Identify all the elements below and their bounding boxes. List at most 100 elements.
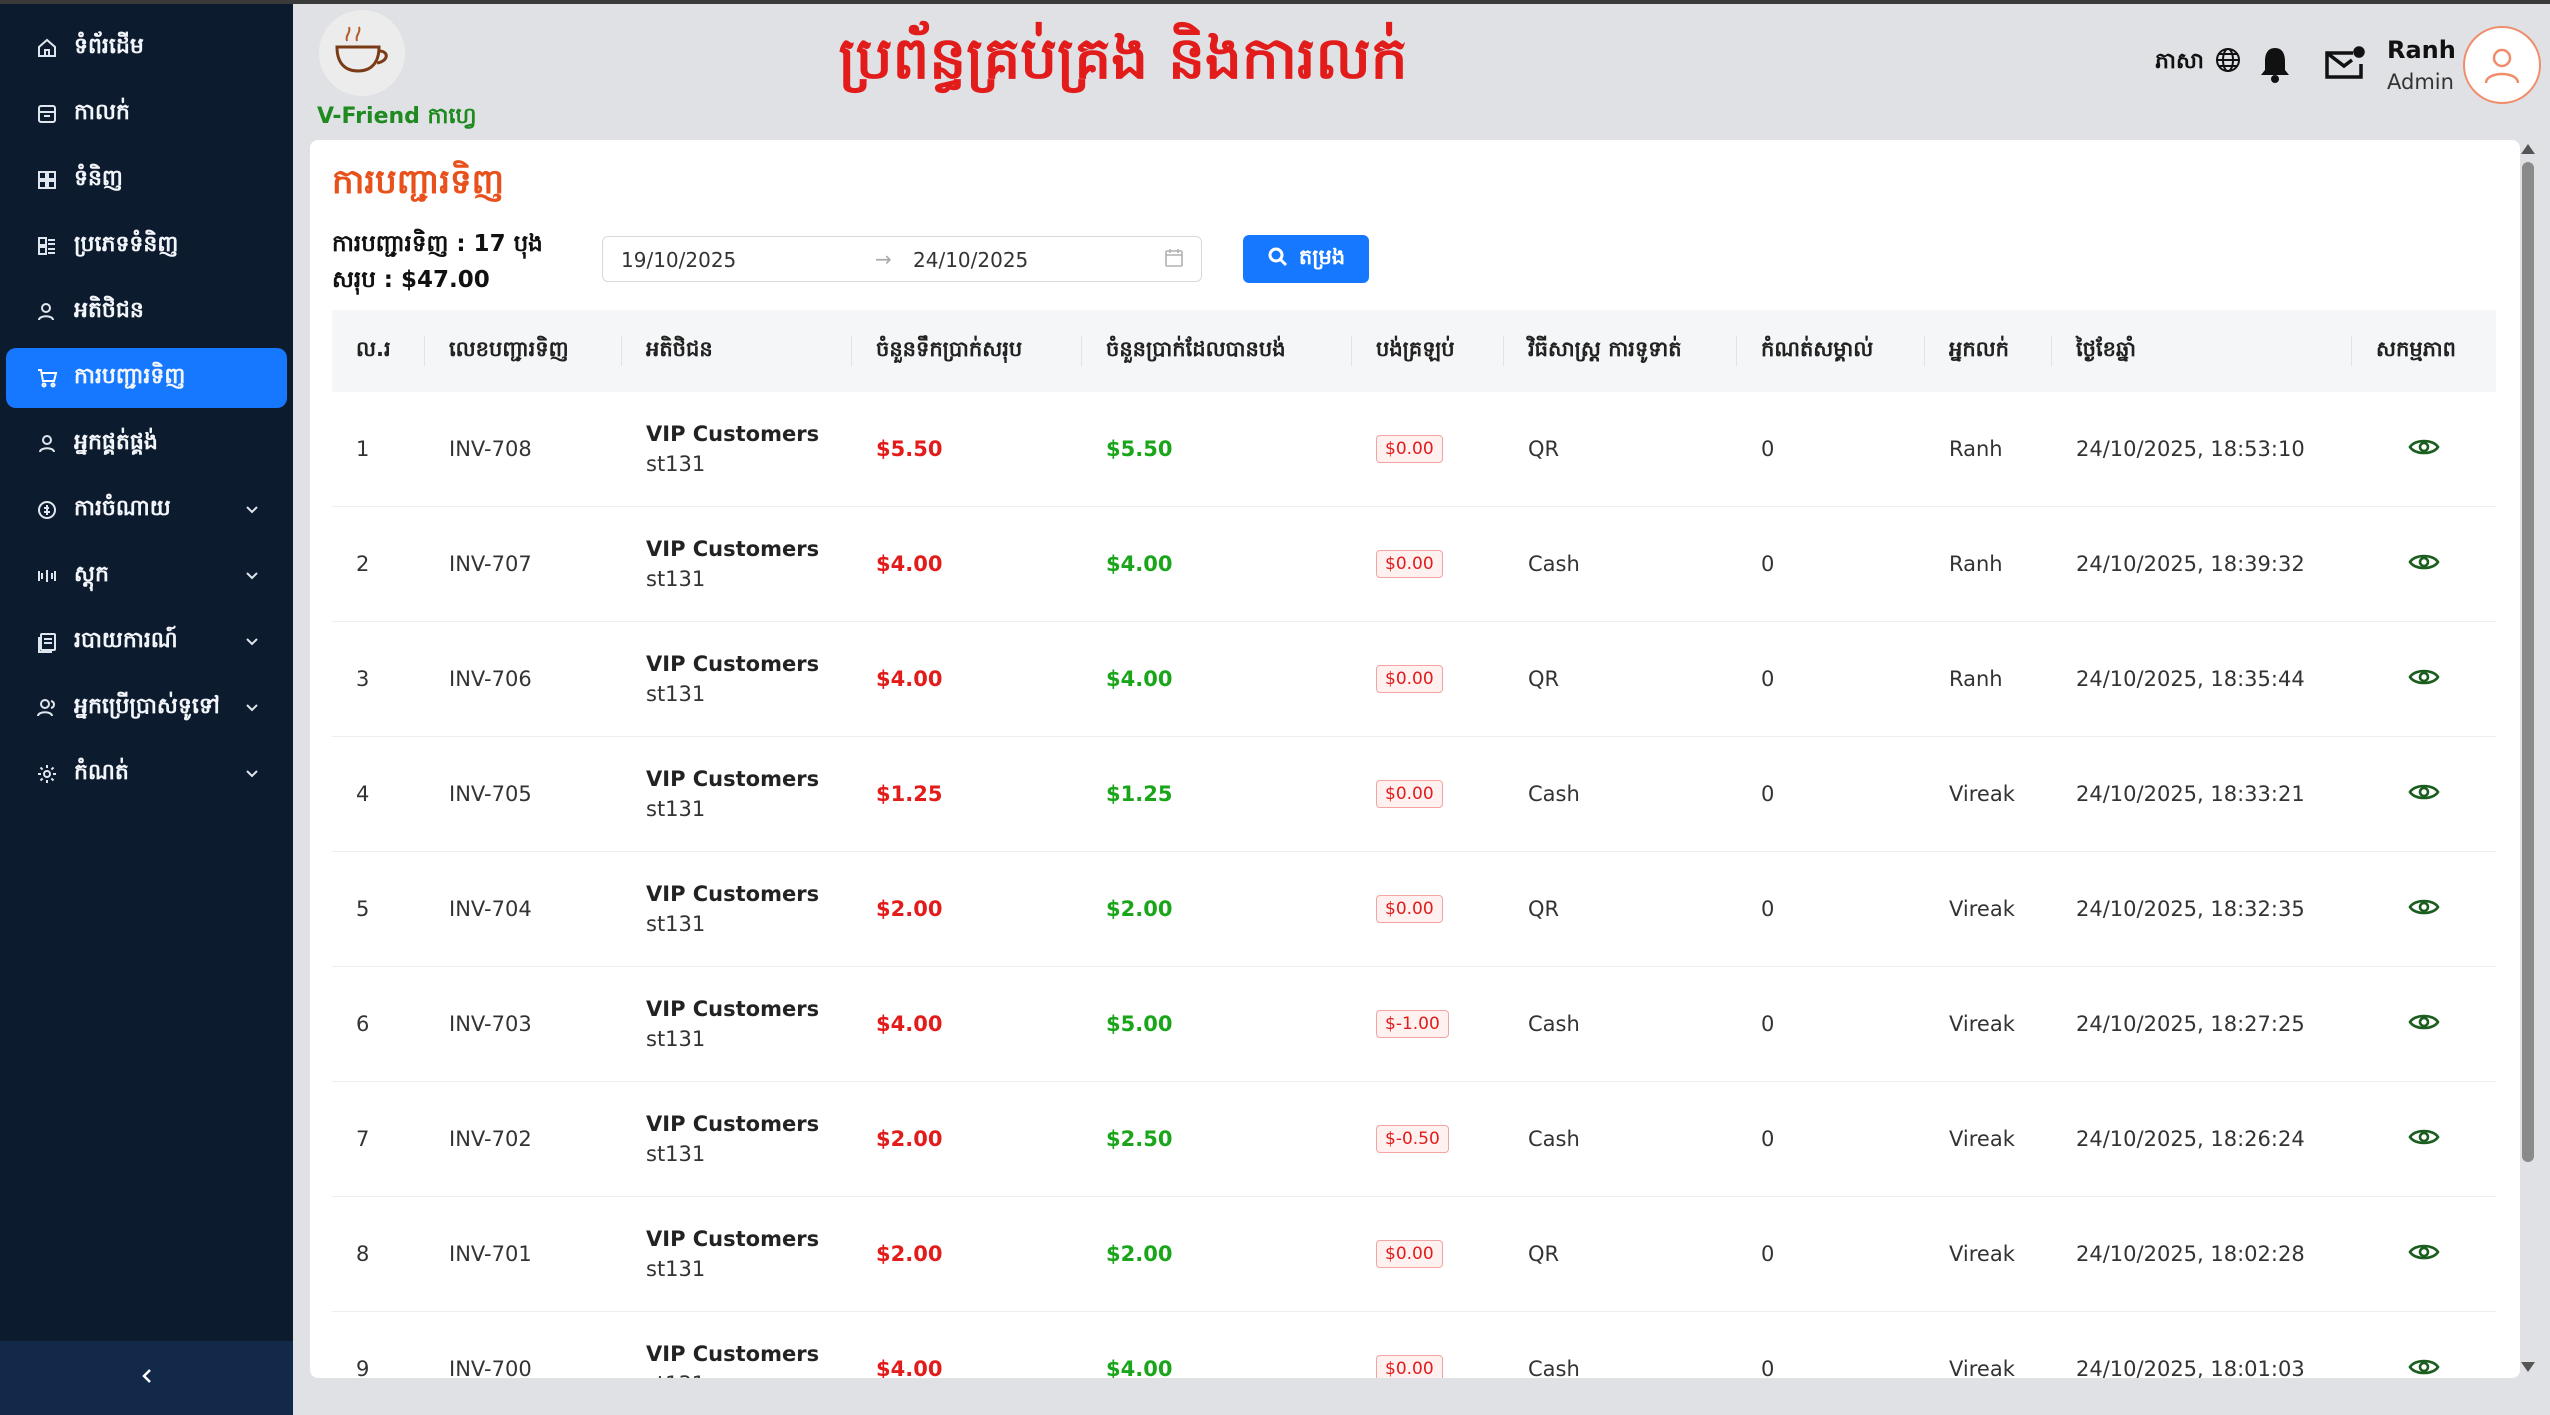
- view-eye-icon[interactable]: [2408, 436, 2440, 458]
- sidebar-item-expenses[interactable]: ការចំណាយ: [6, 480, 287, 540]
- view-eye-icon[interactable]: [2408, 781, 2440, 803]
- mail-icon[interactable]: [2323, 44, 2365, 84]
- action-cell: [2352, 736, 2496, 852]
- sidebar-item-purchase-orders[interactable]: ការបញ្ជារទិញ: [6, 348, 287, 408]
- customer-name: VIP Customers: [646, 767, 820, 791]
- total-amount: $4.00: [852, 621, 1082, 737]
- payment-method: QR: [1504, 1196, 1737, 1312]
- sidebar-item-label: អ្នកផ្គត់ផ្គង់: [74, 430, 158, 455]
- customer-code: st131: [646, 797, 706, 821]
- order-date: 24/10/2025, 18:35:44: [2052, 621, 2352, 737]
- change-cell: $0.00: [1352, 392, 1504, 507]
- invoice-number: INV-706: [425, 621, 622, 737]
- view-eye-icon[interactable]: [2408, 1356, 2440, 1378]
- top-header: V-Friend កាហ្វេ ប្រព័ន្ធគ្រប់គ្រង និងការ…: [293, 4, 2550, 138]
- action-cell: [2352, 621, 2496, 737]
- page-title: ការបញ្ជារទិញ: [332, 162, 504, 202]
- table-header-row: ល.រ លេខបញ្ជារទិញ អតិថិជន ចំនួនទឹកប្រាក់ស…: [332, 310, 2496, 392]
- change-cell: $0.00: [1352, 506, 1504, 622]
- vertical-scrollbar[interactable]: [2518, 140, 2540, 1378]
- chevron-left-icon: [136, 1365, 158, 1391]
- sidebar-collapse-button[interactable]: [0, 1341, 293, 1415]
- total-amount: $4.00: [852, 1311, 1082, 1378]
- customer-code: st131: [646, 912, 706, 936]
- arrow-right-icon: →: [875, 247, 892, 271]
- customer-cell: VIP Customers st131: [622, 851, 852, 967]
- total-amount: $1.25: [852, 736, 1082, 852]
- order-date: 24/10/2025, 18:01:03: [2052, 1311, 2352, 1378]
- stock-icon: [36, 565, 58, 587]
- column-header: លេខបញ្ជារទិញ: [425, 310, 622, 392]
- column-header: អ្នកលក់: [1925, 310, 2052, 392]
- total-amount: $2.00: [852, 1081, 1082, 1197]
- view-eye-icon[interactable]: [2408, 1241, 2440, 1263]
- table-row: 9INV-700VIP Customersst131$4.00$4.00$0.0…: [332, 1311, 2496, 1378]
- customer-code: st131: [646, 682, 706, 706]
- view-eye-icon[interactable]: [2408, 1011, 2440, 1033]
- sidebar-item-suppliers[interactable]: អ្នកផ្គត់ផ្គង់: [6, 414, 287, 474]
- date-to-input[interactable]: 24/10/2025: [913, 248, 1028, 272]
- order-date: 24/10/2025, 18:27:25: [2052, 966, 2352, 1082]
- scroll-thumb[interactable]: [2522, 162, 2534, 1162]
- view-eye-icon[interactable]: [2408, 551, 2440, 573]
- order-date: 24/10/2025, 18:53:10: [2052, 392, 2352, 507]
- app-title: ប្រព័ន្ធគ្រប់គ្រង និងការលក់: [838, 24, 1408, 92]
- customer-name: VIP Customers: [646, 1112, 820, 1136]
- table-row: 4 INV-705 VIP Customers st131 $1.25 $1.25 $0.0…: [332, 736, 2496, 852]
- action-cell: [2352, 1311, 2496, 1378]
- avatar[interactable]: [2463, 26, 2541, 104]
- chevron-down-icon: [241, 697, 263, 719]
- note: 0: [1737, 621, 1925, 737]
- customer-icon: [36, 301, 58, 323]
- report-icon: [36, 631, 58, 653]
- column-header: ថ្ងៃខែឆ្នាំ: [2052, 310, 2352, 392]
- filter-button[interactable]: តម្រង: [1243, 235, 1369, 283]
- change-tag: $0.00: [1376, 435, 1443, 463]
- sidebar-item-pos[interactable]: កាលក់: [6, 84, 287, 144]
- date-from-input[interactable]: 19/10/2025: [621, 248, 736, 272]
- customer-cell: VIP Customers st131: [622, 1081, 852, 1197]
- column-header: បង់គ្រឡប់: [1352, 310, 1504, 392]
- note: 0: [1737, 1311, 1925, 1378]
- view-eye-icon[interactable]: [2408, 896, 2440, 918]
- sidebar-item-settings[interactable]: កំណត់: [6, 744, 287, 804]
- order-count: ការបញ្ជារទិញ : 17 បុង: [332, 231, 543, 257]
- payment-method: Cash: [1504, 966, 1737, 1082]
- sidebar-item-stock[interactable]: ស្តុក: [6, 546, 287, 606]
- column-header: សកម្មភាព: [2352, 310, 2496, 392]
- pos-icon: [36, 103, 58, 125]
- change-tag: $0.00: [1376, 665, 1443, 693]
- seller: Vireak: [1925, 851, 2052, 967]
- sidebar-item-label: ការចំណាយ: [74, 496, 171, 521]
- sidebar-item-categories[interactable]: ប្រភេទទំនិញ: [6, 216, 287, 276]
- action-cell: [2352, 966, 2496, 1082]
- sidebar-item-products[interactable]: ទំនិញ: [6, 150, 287, 210]
- order-summary: ការបញ្ជារទិញ : 17 បុង សរុប : $47.00: [332, 226, 543, 298]
- note: 0: [1737, 506, 1925, 622]
- view-eye-icon[interactable]: [2408, 666, 2440, 688]
- sidebar-item-customers[interactable]: អតិថិជន: [6, 282, 287, 342]
- seller: Vireak: [1925, 736, 2052, 852]
- change-tag: $0.00: [1376, 1240, 1443, 1268]
- row-number: 7: [332, 1081, 425, 1197]
- invoice-number: INV-704: [425, 851, 622, 967]
- table-row: 1 INV-708 VIP Customers st131 $5.50 $5.50 $0.0…: [332, 392, 2496, 507]
- customer-cell: VIP Customers st131: [622, 1311, 852, 1378]
- scroll-up-arrow-icon[interactable]: [2521, 144, 2535, 154]
- date-range-picker[interactable]: 19/10/2025 → 24/10/2025: [602, 236, 1202, 282]
- globe-icon: [2214, 46, 2242, 80]
- paid-amount: $2.50: [1082, 1081, 1352, 1197]
- sidebar-item-label: របាយការណ៍: [74, 628, 178, 653]
- sidebar-item-users[interactable]: អ្នកប្រើប្រាស់ទូទៅ: [6, 678, 287, 738]
- sidebar-item-reports[interactable]: របាយការណ៍: [6, 612, 287, 672]
- payment-method: QR: [1504, 851, 1737, 967]
- scroll-down-arrow-icon[interactable]: [2521, 1362, 2535, 1372]
- total-amount: $4.00: [852, 506, 1082, 622]
- view-eye-icon[interactable]: [2408, 1126, 2440, 1148]
- sidebar-item-home[interactable]: ទំព័រដើម: [6, 18, 287, 78]
- row-number: 1: [332, 392, 425, 507]
- row-number: 4: [332, 736, 425, 852]
- product-grid-icon: [36, 169, 58, 191]
- notification-bell-icon[interactable]: [2258, 44, 2292, 84]
- language-switch[interactable]: ភាសា: [2155, 46, 2242, 80]
